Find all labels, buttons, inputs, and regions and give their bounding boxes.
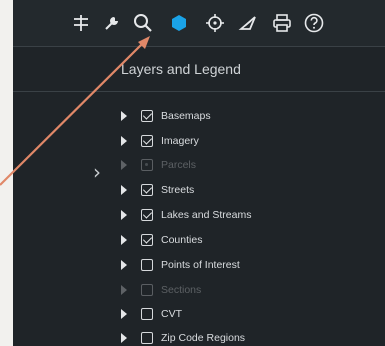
layer-checkbox[interactable] [141,110,153,122]
layer-label: Streets [161,184,195,196]
layer-checkbox[interactable] [141,284,153,296]
expand-caret-icon[interactable] [121,235,127,245]
layers-filter-icon[interactable] [68,10,94,36]
expand-caret-icon[interactable] [121,136,127,146]
layer-label: Zip Code Regions [161,332,246,344]
layer-label: Parcels [161,159,197,171]
layer-row-sections[interactable]: Sections [121,279,361,301]
layer-row-imagery[interactable]: Imagery [121,130,361,152]
layer-row-points-of-interest[interactable]: Points of Interest [121,254,361,276]
layers-panel: Layers and Legend › Basemaps Imagery Par… [13,0,385,346]
layer-row-lakes-and-streams[interactable]: Lakes and Streams [121,204,361,226]
expand-caret-icon[interactable] [121,210,127,220]
layer-label: Basemaps [161,110,211,122]
layer-label: Sections [161,284,202,296]
layer-row-parcels[interactable]: Parcels [121,154,361,176]
expand-caret-icon[interactable] [121,333,127,343]
layer-label: Lakes and Streams [161,209,252,221]
layer-row-cvt[interactable]: CVT [121,303,361,325]
expand-caret-icon[interactable] [121,285,127,295]
expand-caret-icon[interactable] [121,260,127,270]
layer-checkbox[interactable] [141,209,153,221]
layer-checkbox[interactable] [141,259,153,271]
layer-checkbox[interactable] [141,135,153,147]
layer-label: Imagery [161,135,199,147]
panel-title: Layers and Legend [121,61,241,77]
layer-label: CVT [161,308,182,320]
layer-checkbox[interactable] [141,159,153,171]
wrench-icon[interactable] [99,10,125,36]
layer-row-counties[interactable]: Counties [121,229,361,251]
expand-caret-icon[interactable] [121,160,127,170]
chevron-right-icon[interactable]: › [93,160,101,184]
layer-row-streets[interactable]: Streets [121,179,361,201]
layer-label: Counties [161,234,203,246]
layer-row-zip-code-regions[interactable]: Zip Code Regions [121,327,361,346]
map-toolbar [13,0,385,47]
expand-caret-icon[interactable] [121,185,127,195]
help-icon[interactable] [301,10,327,36]
panel-header: Layers and Legend [13,47,385,92]
print-icon[interactable] [269,10,295,36]
search-icon[interactable] [130,10,156,36]
layer-label: Points of Interest [161,259,240,271]
layer-checkbox[interactable] [141,234,153,246]
layer-checkbox[interactable] [141,332,153,344]
expand-caret-icon[interactable] [121,111,127,121]
layer-checkbox[interactable] [141,308,153,320]
locate-icon[interactable] [202,10,228,36]
layer-row-basemaps[interactable]: Basemaps [121,105,361,127]
expand-caret-icon[interactable] [121,309,127,319]
measure-icon[interactable] [235,10,261,36]
basemap-hexagon-icon[interactable] [166,10,192,36]
layer-checkbox[interactable] [141,184,153,196]
